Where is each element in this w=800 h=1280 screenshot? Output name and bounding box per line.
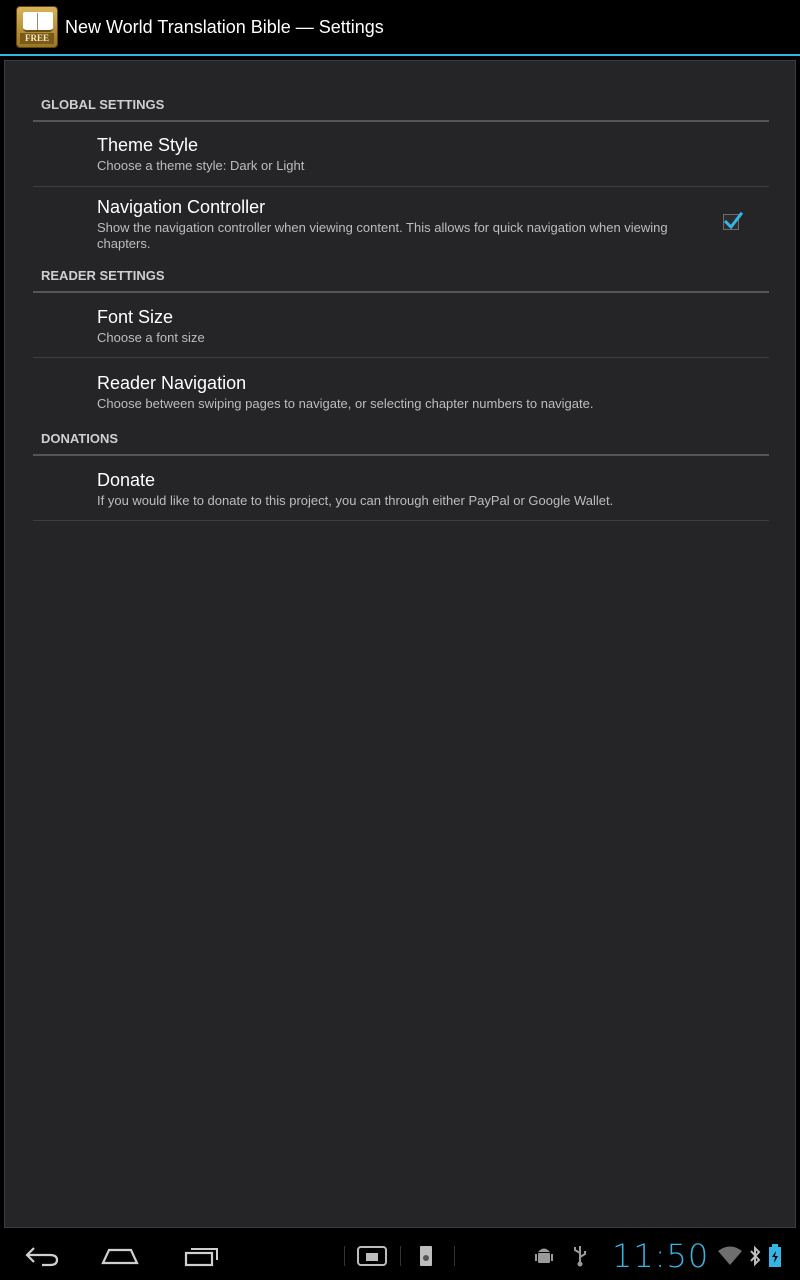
system-navigation-bar: 11:50: [0, 1232, 800, 1280]
pref-title: Reader Navigation: [97, 373, 247, 393]
pref-title: Navigation Controller: [97, 197, 266, 217]
navigation-controller-checkbox[interactable]: [723, 211, 743, 230]
android-debug-icon: [532, 1232, 556, 1280]
status-clock: 11:50: [612, 1237, 710, 1275]
pref-summary: Choose a theme style: Dark or Light: [97, 158, 305, 173]
checkmark-icon: [723, 211, 743, 230]
bluetooth-icon: [746, 1232, 764, 1280]
home-icon: [101, 1248, 139, 1265]
wifi-icon: [716, 1232, 744, 1280]
section-header-donations: DONATIONS: [33, 431, 769, 456]
battery-icon: [766, 1232, 784, 1280]
back-button[interactable]: [20, 1232, 64, 1280]
sd-card-icon: [420, 1246, 432, 1266]
screen-compat-icon: [357, 1246, 387, 1266]
bible-app-icon[interactable]: FREE: [16, 6, 58, 48]
usb-icon: [568, 1232, 592, 1280]
recent-apps-icon: [184, 1248, 218, 1267]
page-title: New World Translation Bible — Settings: [65, 16, 384, 37]
section-header-global: GLOBAL SETTINGS: [33, 97, 769, 122]
pref-title: Font Size: [97, 307, 174, 327]
pref-theme-style[interactable]: Theme Style Choose a theme style: Dark o…: [33, 121, 769, 187]
pref-summary: If you would like to donate to this proj…: [97, 493, 614, 508]
pref-font-size[interactable]: Font Size Choose a font size: [33, 291, 769, 358]
settings-panel: GLOBAL SETTINGS Theme Style Choose a the…: [4, 60, 796, 1228]
pref-summary: Choose a font size: [97, 330, 205, 345]
pref-navigation-controller[interactable]: Navigation Controller Show the navigatio…: [33, 187, 769, 261]
pref-summary: Choose between swiping pages to navigate…: [97, 396, 594, 411]
pref-summary: Show the navigation controller when view…: [97, 220, 668, 251]
pref-reader-navigation[interactable]: Reader Navigation Choose between swiping…: [33, 358, 769, 424]
action-bar: FREE New World Translation Bible — Setti…: [0, 0, 800, 56]
pref-donate[interactable]: Donate If you would like to donate to th…: [33, 454, 769, 521]
pref-title: Theme Style: [97, 135, 199, 155]
sd-card-notification[interactable]: [414, 1232, 438, 1280]
recent-apps-button[interactable]: [182, 1232, 222, 1280]
screen-compat-button[interactable]: [355, 1232, 389, 1280]
home-button[interactable]: [100, 1232, 140, 1280]
section-header-reader: READER SETTINGS: [33, 268, 769, 293]
back-icon: [25, 1247, 59, 1267]
pref-title: Donate: [97, 470, 156, 490]
free-badge: FREE: [20, 33, 54, 44]
